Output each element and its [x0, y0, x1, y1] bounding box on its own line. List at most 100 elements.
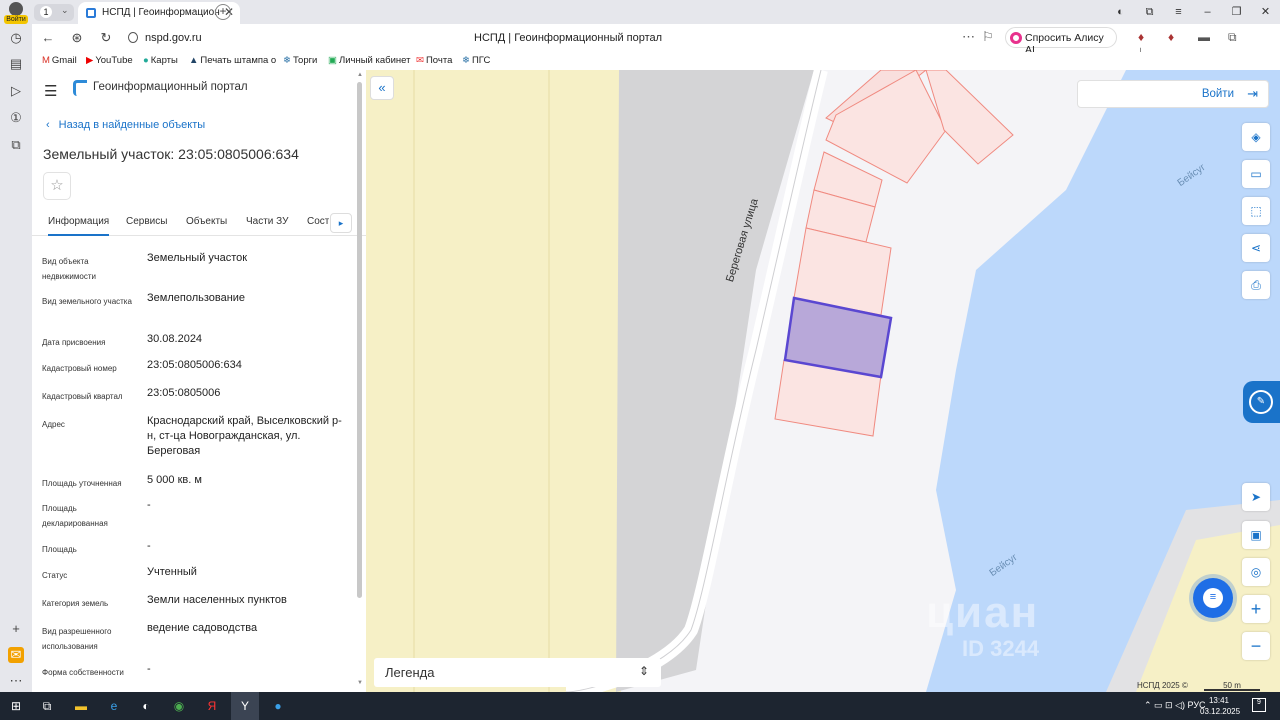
print-button[interactable]: ⎙ [1242, 271, 1270, 299]
more-icon[interactable]: ⋯ [8, 673, 24, 689]
scroll-up-icon[interactable]: ▲ [357, 72, 363, 78]
yandex-browser-icon[interactable]: Y [236, 698, 254, 714]
bookmark-cabinet[interactable]: ▣ Личный кабинет [328, 55, 410, 66]
file-explorer-icon[interactable]: ▬ [72, 698, 90, 714]
object-panel: ☰ Геоинформационный портал ‹ Назад в найд… [32, 70, 366, 692]
back-to-results-link[interactable]: ‹ Назад в найденные объекты [46, 119, 205, 131]
reload-icon[interactable]: ↻ [98, 30, 114, 46]
clock[interactable]: 13:41 03.12.2025 [1200, 695, 1241, 717]
history-icon[interactable]: ◷ [8, 30, 24, 46]
tab-parts[interactable]: Части ЗУ [246, 216, 288, 227]
zoom-out-button[interactable]: − [1242, 632, 1270, 660]
extension-icon[interactable]: ♦ [1168, 30, 1198, 44]
property-key: Вид разрешенного использования [42, 627, 112, 651]
bookmark-gmail[interactable]: M Gmail [42, 55, 77, 66]
property-key: Форма собственности [42, 668, 124, 677]
app-icon[interactable]: ● [269, 698, 287, 714]
support-chat-button[interactable]: ✎ [1243, 381, 1280, 423]
close-window-icon[interactable]: ✕ [1251, 0, 1280, 24]
menu-icon[interactable]: ≡ [1164, 0, 1193, 24]
property-value: 30.08.2024 [147, 333, 203, 345]
login-icon: ⇥ [1247, 86, 1258, 101]
bookmarks-bar: M Gmail ▶ YouTube ● Карты ▲ Печать штампа о … [32, 52, 1280, 70]
minimize-icon[interactable]: – [1193, 0, 1222, 24]
tab-title: НСПД | Геоинформационн [102, 7, 220, 18]
share-button[interactable]: ⋖ [1242, 234, 1270, 262]
chevron-left-icon: ‹ [46, 119, 50, 131]
bookmarks-panel-icon[interactable]: ⧉ [1135, 0, 1164, 24]
panel-scrollbar[interactable] [357, 82, 362, 598]
extension-icon[interactable]: ⧉ [1228, 30, 1258, 45]
menu-icon[interactable]: ☰ [44, 82, 57, 100]
ruler-button[interactable]: ▭ [1242, 160, 1270, 188]
alice-icon [1010, 32, 1022, 44]
tab-information[interactable]: Информация [48, 216, 110, 236]
property-key: Адрес [42, 420, 65, 429]
tab-composition[interactable]: Соста [307, 216, 329, 227]
property-key: Статус [42, 571, 68, 580]
add-panel-icon[interactable]: + [8, 621, 24, 637]
locate-button[interactable]: ➤ [1242, 483, 1270, 511]
edge-browser-icon[interactable]: e [105, 698, 123, 714]
legend-panel[interactable]: Легенда ⇕ [374, 658, 661, 687]
yandex-icon[interactable]: ⊛ [69, 30, 85, 46]
tab-services[interactable]: Сервисы [126, 216, 167, 227]
layers-button[interactable]: ◈ [1242, 123, 1270, 151]
map-view[interactable]: Береговая улица Бейсуг Бейсуг циан ID 32… [366, 70, 1280, 692]
video-icon[interactable]: ▷ [8, 83, 24, 99]
more-options-icon[interactable]: ⋯ [962, 29, 975, 45]
clock-date: 03.12.2025 [1200, 707, 1241, 716]
property-value: - [147, 540, 151, 552]
expand-icon: ⇕ [638, 664, 649, 678]
url-field[interactable]: nspd.gov.ru [145, 32, 202, 44]
windows-start-icon[interactable]: ⊞ [7, 698, 25, 714]
tab-group-button[interactable]: 1 ⌄ [34, 4, 74, 21]
object-title: Земельный участок: 23:05:0805006:634 [43, 146, 299, 162]
tab-objects[interactable]: Объекты [186, 216, 227, 227]
legend-label: Легенда [385, 665, 435, 680]
chrome-icon[interactable]: ◉ [170, 698, 188, 714]
search-location-button[interactable]: ◎ [1242, 558, 1270, 586]
property-key: Дата присвоения [42, 338, 106, 347]
screenshot-icon[interactable]: ⧉ [8, 137, 24, 153]
select-area-button[interactable]: ⬚ [1242, 197, 1270, 225]
notifications-icon[interactable]: 9 [1252, 698, 1266, 712]
property-key: Вид объекта недвижимости [42, 257, 96, 281]
ask-alice-button[interactable]: Спросить Алису AI [1005, 27, 1117, 56]
bookmark-pgs[interactable]: ❄ ПГС [462, 55, 490, 66]
zoom-in-button[interactable]: + [1242, 595, 1270, 623]
bookmark-mail[interactable]: ✉ Почта [416, 55, 452, 66]
bookmark-torgi[interactable]: ❄ Торги [283, 55, 317, 66]
favorite-star-button[interactable]: ☆ [43, 172, 71, 200]
mail-app-icon[interactable]: ✉ [8, 647, 24, 663]
login-button[interactable]: Войти ⇥ [1077, 80, 1269, 108]
site-info-icon[interactable] [128, 32, 138, 43]
portal-logo-icon [73, 80, 87, 96]
profile-button[interactable]: Войти [4, 2, 28, 24]
back-icon[interactable]: ← [40, 30, 56, 45]
tabs-scroll-right-icon[interactable]: ▸ [330, 213, 352, 233]
bookmark-maps[interactable]: ● Карты [143, 55, 178, 66]
property-value: Краснодарский край, Выселковский р-н, ст… [147, 415, 342, 457]
minimap-button[interactable]: ▣ [1242, 521, 1270, 549]
cian-chat-button[interactable]: ≡ [1193, 578, 1233, 618]
collapse-panel-button[interactable]: « [370, 76, 394, 100]
yandex-icon[interactable]: Я [203, 698, 221, 714]
bookmark-stamp[interactable]: ▲ Печать штампа о [189, 55, 276, 66]
tab-one-icon[interactable]: ① [8, 110, 24, 126]
tab-count: 1 [40, 6, 52, 18]
property-key: Вид земельного участка [42, 297, 132, 306]
bookmark-icon[interactable]: ⚐ [982, 29, 994, 45]
task-view-icon[interactable]: ⧉ [38, 698, 56, 714]
new-tab-button[interactable]: + [215, 4, 231, 20]
property-key: Площадь декларированная [42, 504, 108, 528]
extension-icon[interactable]: ♦ [1138, 30, 1168, 44]
scroll-down-icon[interactable]: ▼ [357, 680, 363, 686]
account-icon[interactable]: ◐ [1106, 0, 1135, 24]
restore-icon[interactable]: ❐ [1222, 0, 1251, 24]
property-value: Землепользование [147, 292, 246, 304]
extension-icon[interactable]: ▬ [1198, 30, 1228, 44]
app-icon[interactable]: ◐ [137, 698, 155, 714]
collections-icon[interactable]: ▤ [8, 56, 24, 72]
bookmark-youtube[interactable]: ▶ YouTube [86, 55, 133, 66]
